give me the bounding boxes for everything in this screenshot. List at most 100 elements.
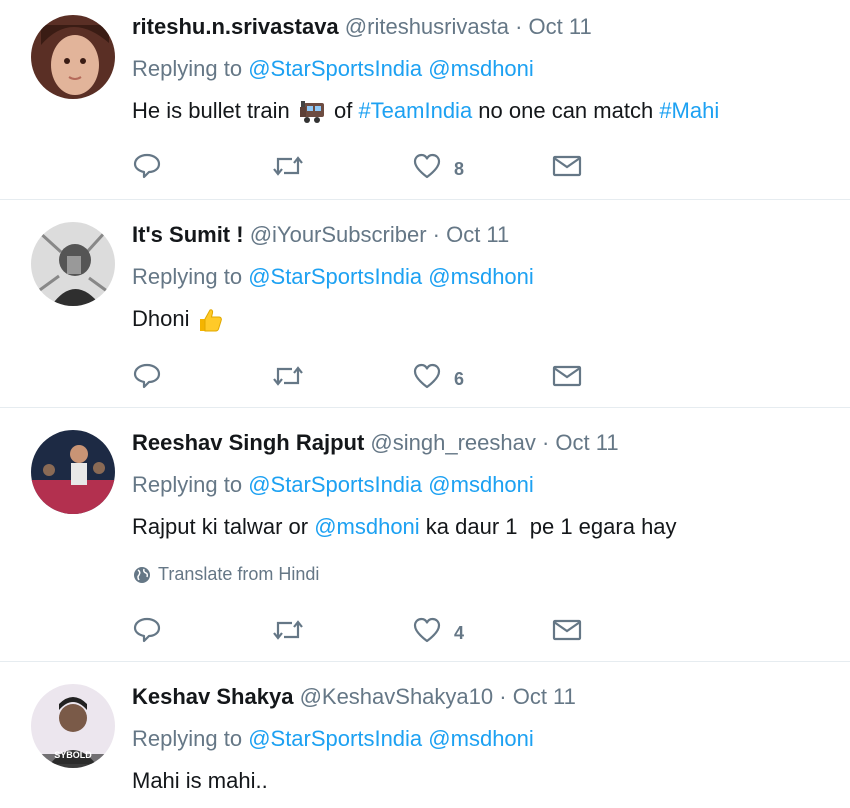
retweet-button[interactable] (272, 363, 412, 389)
tweet[interactable]: Reeshav Singh Rajput @singh_reeshav · Oc… (0, 408, 850, 662)
avatar[interactable] (31, 430, 115, 514)
mention-link[interactable]: @StarSportsIndia (248, 472, 422, 497)
hashtag-link[interactable]: #TeamIndia (358, 98, 472, 123)
mention-link[interactable]: @msdhoni (314, 514, 420, 539)
user-fullname[interactable]: Keshav Shakya (132, 684, 293, 709)
mention-link[interactable]: @msdhoni (428, 264, 534, 289)
text-segment: Rajput ki talwar or (132, 514, 315, 539)
tweet-content: Keshav Shakya @KeshavShakya10 · Oct 11 R… (132, 682, 830, 796)
tweet-text: Mahi is mahi.. (132, 766, 830, 796)
heart-icon (412, 362, 442, 390)
text-segment: of (327, 98, 359, 123)
user-fullname[interactable]: Reeshav Singh Rajput (132, 430, 364, 455)
tweet[interactable]: SYBOLD Keshav Shakya @KeshavShakya10 · O… (0, 662, 850, 808)
translate-link[interactable]: Translate from Hindi (132, 564, 830, 585)
user-handle[interactable]: @iYourSubscriber (250, 222, 427, 247)
tweet-text: Rajput ki talwar or @msdhoni ka daur 1 p… (132, 512, 830, 542)
avatar-caption: SYBOLD (54, 750, 92, 760)
reply-icon (132, 362, 162, 390)
like-count: 6 (454, 368, 465, 389)
separator-dot: · (426, 222, 447, 247)
reply-feed: riteshu.n.srivastava @riteshusrivasta · … (0, 0, 850, 808)
separator-dot: · (493, 684, 513, 709)
text-segment: Mahi is mahi.. (132, 768, 268, 793)
retweet-button[interactable] (272, 153, 412, 179)
replying-label: Replying to (132, 726, 249, 751)
avatar-image (31, 430, 115, 514)
mention-link[interactable]: @StarSportsIndia (248, 726, 422, 751)
replying-to: Replying to @StarSportsIndia @msdhoni (132, 470, 830, 500)
train-emoji-icon (298, 99, 326, 125)
tweet-text: Dhoni (132, 304, 830, 334)
user-handle[interactable]: @riteshusrivasta (345, 14, 509, 39)
tweet-actions: 8 (132, 152, 582, 180)
text-segment: He is bullet train (132, 98, 296, 123)
tweet-timestamp[interactable]: Oct 11 (446, 222, 509, 247)
tweet-header: Keshav Shakya @KeshavShakya10 · Oct 11 (132, 682, 830, 712)
avatar-image (31, 222, 115, 306)
tweet-text: He is bullet train of #TeamIndia no one … (132, 96, 830, 126)
text-segment: Dhoni (132, 306, 196, 331)
like-button[interactable]: 4 (412, 616, 552, 644)
avatar-image (31, 15, 115, 99)
direct-message-button[interactable] (552, 618, 582, 642)
replying-label: Replying to (132, 56, 249, 81)
heart-icon (412, 616, 442, 644)
globe-icon (132, 565, 152, 585)
avatar[interactable] (31, 222, 115, 306)
avatar[interactable] (31, 15, 115, 99)
mention-link[interactable]: @StarSportsIndia (248, 264, 422, 289)
retweet-icon (272, 617, 304, 643)
text-segment: no one can match (472, 98, 660, 123)
reply-button[interactable] (132, 362, 272, 390)
envelope-icon (552, 364, 582, 388)
direct-message-button[interactable] (552, 154, 582, 178)
direct-message-button[interactable] (552, 364, 582, 388)
reply-icon (132, 616, 162, 644)
like-button[interactable]: 8 (412, 152, 552, 180)
user-fullname[interactable]: riteshu.n.srivastava (132, 14, 339, 39)
mention-link[interactable]: @msdhoni (428, 472, 534, 497)
tweet-content: riteshu.n.srivastava @riteshusrivasta · … (132, 12, 830, 126)
tweet[interactable]: riteshu.n.srivastava @riteshusrivasta · … (0, 0, 850, 200)
thumbs-up-emoji-icon (196, 306, 224, 334)
replying-to: Replying to @StarSportsIndia @msdhoni (132, 54, 830, 84)
tweet-header: riteshu.n.srivastava @riteshusrivasta · … (132, 12, 830, 42)
replying-to: Replying to @StarSportsIndia @msdhoni (132, 724, 830, 754)
separator-dot: · (535, 430, 556, 455)
envelope-icon (552, 618, 582, 642)
tweet[interactable]: It's Sumit ! @iYourSubscriber · Oct 11 R… (0, 200, 850, 408)
like-button[interactable]: 6 (412, 362, 552, 390)
hashtag-link[interactable]: #Mahi (659, 98, 719, 123)
reply-button[interactable] (132, 616, 272, 644)
tweet-timestamp[interactable]: Oct 11 (529, 14, 592, 39)
tweet-actions: 6 (132, 362, 582, 390)
tweet-content: It's Sumit ! @iYourSubscriber · Oct 11 R… (132, 220, 830, 334)
retweet-icon (272, 363, 304, 389)
retweet-button[interactable] (272, 617, 412, 643)
tweet-timestamp[interactable]: Oct 11 (513, 684, 576, 709)
reply-button[interactable] (132, 152, 272, 180)
replying-to: Replying to @StarSportsIndia @msdhoni (132, 262, 830, 292)
like-count: 4 (454, 622, 465, 643)
user-fullname[interactable]: It's Sumit ! (132, 222, 244, 247)
mention-link[interactable]: @msdhoni (428, 56, 534, 81)
user-handle[interactable]: @KeshavShakya10 (300, 684, 494, 709)
text-segment: ka daur 1 pe 1 egara hay (419, 514, 677, 539)
avatar[interactable]: SYBOLD (31, 684, 115, 768)
tweet-header: Reeshav Singh Rajput @singh_reeshav · Oc… (132, 428, 830, 458)
mention-link[interactable]: @StarSportsIndia (248, 56, 422, 81)
replying-label: Replying to (132, 472, 249, 497)
tweet-timestamp[interactable]: Oct 11 (555, 430, 618, 455)
envelope-icon (552, 154, 582, 178)
replying-label: Replying to (132, 264, 249, 289)
mention-link[interactable]: @msdhoni (428, 726, 534, 751)
tweet-header: It's Sumit ! @iYourSubscriber · Oct 11 (132, 220, 830, 250)
translate-label: Translate from Hindi (158, 564, 320, 584)
heart-icon (412, 152, 442, 180)
separator-dot: · (508, 14, 529, 39)
retweet-icon (272, 153, 304, 179)
reply-icon (132, 152, 162, 180)
tweet-actions: 4 (132, 616, 582, 644)
user-handle[interactable]: @singh_reeshav (370, 430, 535, 455)
